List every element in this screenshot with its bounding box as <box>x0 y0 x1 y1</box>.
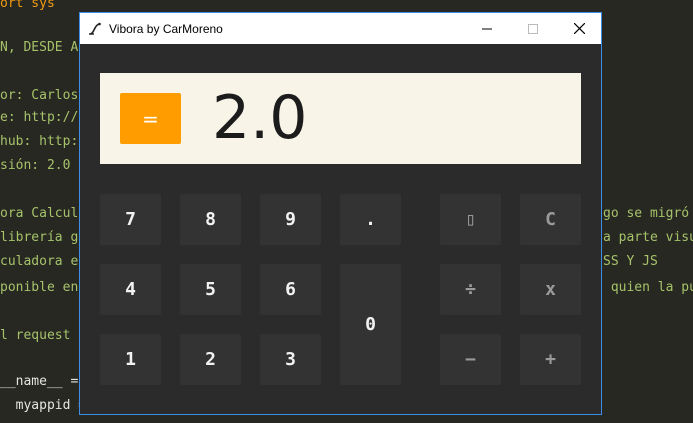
code-line: e: http:// <box>0 110 79 125</box>
code-line: ora Calcul <box>0 206 79 221</box>
key-decimal[interactable]: . <box>340 194 401 245</box>
code-line-right: go se migró <box>603 206 690 221</box>
key-1[interactable]: 1 <box>100 334 161 385</box>
code-line: myappid = <box>0 398 87 413</box>
code-line: ponible en <box>0 280 79 295</box>
snake-icon <box>89 22 101 35</box>
code-line: culadora e <box>0 254 79 269</box>
key-9[interactable]: 9 <box>260 194 321 245</box>
code-line: ort sys <box>0 0 55 11</box>
calculator-window: Vibora by CarMoreno = 2.0 7 8 9 . ▯ C 4 … <box>79 12 602 415</box>
key-plus[interactable]: + <box>520 334 581 385</box>
key-7[interactable]: 7 <box>100 194 161 245</box>
key-divide[interactable]: ÷ <box>440 264 501 315</box>
key-5[interactable]: 5 <box>180 264 241 315</box>
code-line: N, DESDE A <box>0 40 79 55</box>
key-8[interactable]: 8 <box>180 194 241 245</box>
key-minus[interactable]: − <box>440 334 501 385</box>
close-button[interactable] <box>556 13 602 44</box>
key-clear[interactable]: C <box>520 194 581 245</box>
window-title: Vibora by CarMoreno <box>109 21 223 36</box>
code-line: or: Carlos <box>0 88 79 103</box>
minimize-icon <box>482 28 492 29</box>
code-line: sión: 2.0 <box>0 158 71 173</box>
code-line: l request <box>0 328 71 343</box>
maximize-icon <box>528 23 538 34</box>
key-4[interactable]: 4 <box>100 264 161 315</box>
equals-button[interactable]: = <box>120 93 181 144</box>
code-line-right: SS Y JS <box>603 254 658 269</box>
key-multiply[interactable]: x <box>520 264 581 315</box>
code-line-right: a parte visu <box>603 230 693 245</box>
code-line: librería g <box>0 230 79 245</box>
key-0[interactable]: 0 <box>340 264 401 385</box>
key-6[interactable]: 6 <box>260 264 321 315</box>
code-line: __name__ = <box>0 374 79 389</box>
key-unknown[interactable]: ▯ <box>440 194 501 245</box>
code-line: hub: http: <box>0 134 79 149</box>
close-icon <box>573 23 585 34</box>
key-3[interactable]: 3 <box>260 334 321 385</box>
minimize-button[interactable] <box>464 13 510 44</box>
code-line-right: quien la pu <box>603 280 693 295</box>
key-2[interactable]: 2 <box>180 334 241 385</box>
calculator-display: = 2.0 <box>100 73 581 164</box>
display-value: 2.0 <box>212 83 308 153</box>
title-bar[interactable]: Vibora by CarMoreno <box>80 13 601 44</box>
maximize-button[interactable] <box>510 13 556 44</box>
